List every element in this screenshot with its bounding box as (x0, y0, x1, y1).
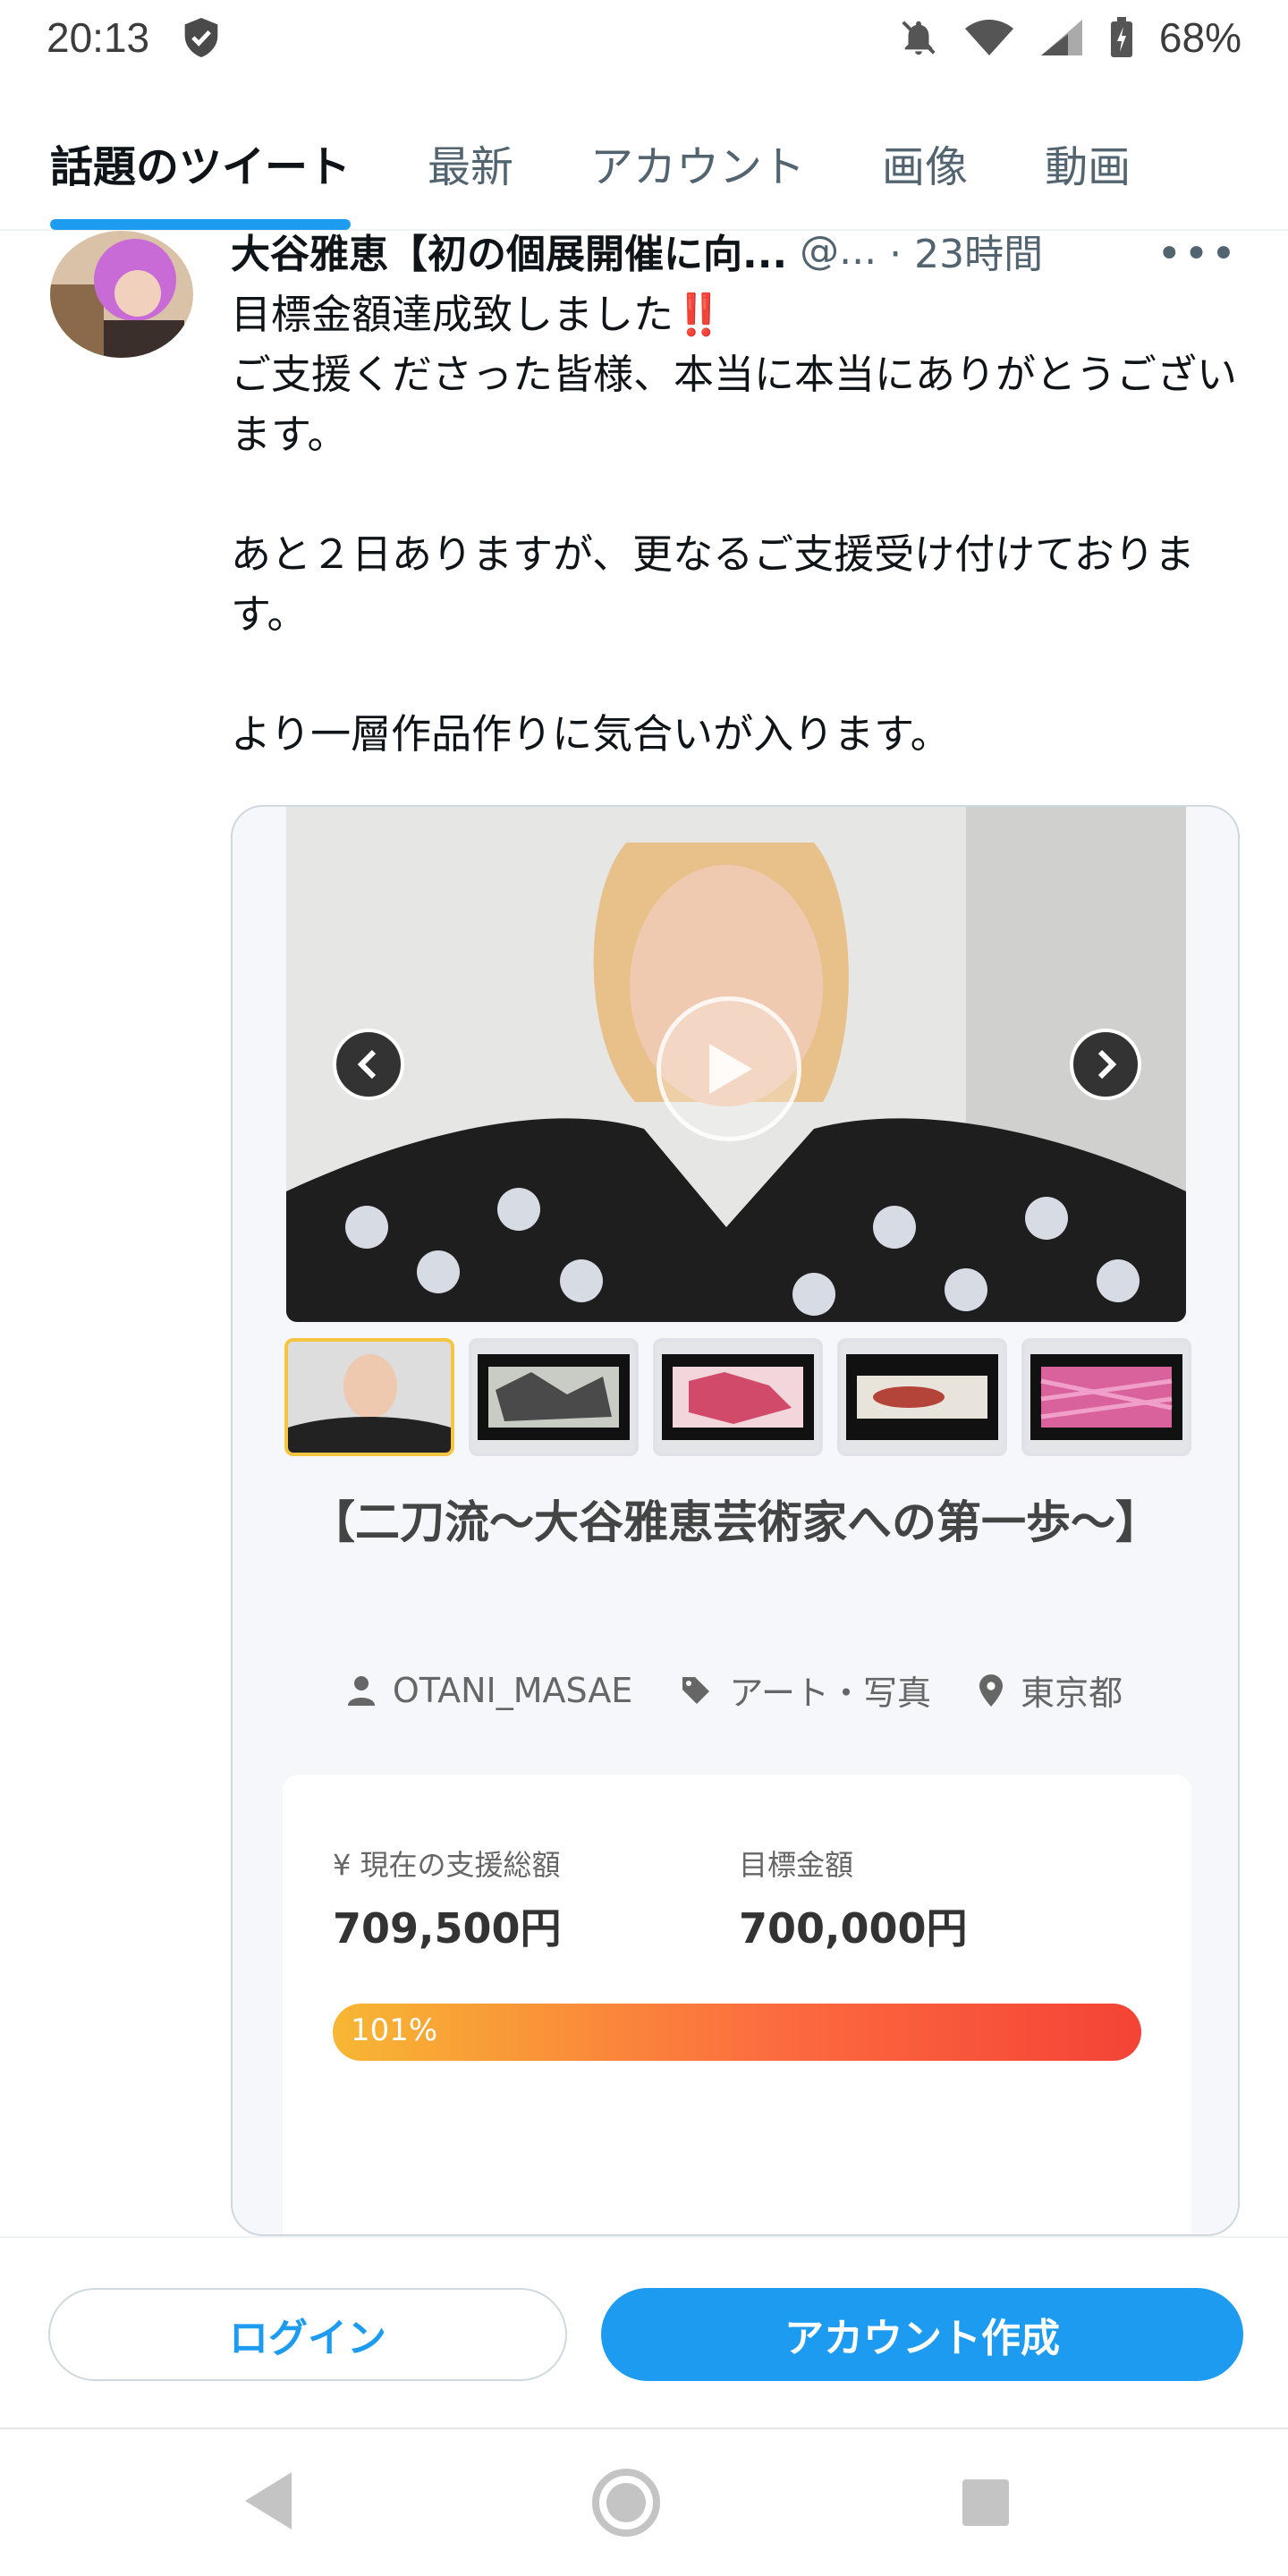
author-name[interactable]: 大谷雅恵【初の個展開催に向... (231, 225, 787, 275)
shield-icon (184, 18, 218, 57)
status-bar: 20:13 68% (0, 0, 1288, 75)
avatar-image (50, 231, 193, 358)
author-handle[interactable]: @... (800, 228, 877, 274)
funding-progress-fill (333, 2004, 1141, 2061)
home-icon[interactable] (590, 2467, 662, 2538)
meta-location-label: 東京都 (1021, 1674, 1123, 1713)
status-icons: 68% (898, 13, 1241, 62)
login-button[interactable]: ログイン (48, 2288, 567, 2381)
target-amount-value: 700,000円 (739, 1904, 968, 1953)
tab-latest[interactable]: 最新 (428, 96, 513, 230)
tweet-time[interactable]: · 23時間 (889, 225, 1043, 275)
bottom-action-bar: ログイン アカウント作成 (0, 2236, 1288, 2429)
tweet-text-line1: 目標金額達成致しました (231, 291, 674, 338)
tab-images[interactable]: 画像 (882, 96, 968, 230)
battery-icon (1110, 17, 1132, 57)
tab-top-tweets[interactable]: 話題のツイート (50, 96, 352, 230)
create-account-button[interactable]: アカウント作成 (601, 2288, 1243, 2381)
signal-icon (1040, 20, 1082, 55)
target-amount-label: 目標金額 (739, 1848, 854, 1882)
current-total-label: ¥ 現在の支援総額 (333, 1848, 561, 1882)
thumbnail-3[interactable] (653, 1338, 823, 1456)
meta-location: 東京都 (979, 1665, 1123, 1715)
meta-user-label: OTANI_MASAE (392, 1670, 633, 1710)
play-icon[interactable] (657, 996, 801, 1141)
user-icon (347, 1675, 375, 1706)
thumbnail-strip (284, 1338, 1191, 1456)
video-player[interactable] (286, 807, 1186, 1322)
funding-stats: ¥ 現在の支援総額 709,500円 目標金額 700,000円 101% (283, 1775, 1191, 2234)
search-tabs: 話題のツイート 最新 アカウント 画像 動画 (0, 97, 1288, 231)
more-options-icon[interactable]: ••• (1157, 229, 1238, 279)
meta-category: アート・写真 (681, 1665, 931, 1715)
location-pin-icon (979, 1674, 1004, 1707)
funding-progress-text: 101% (351, 2012, 438, 2048)
chevron-left-icon[interactable] (333, 1029, 404, 1100)
thumbnail-1[interactable] (284, 1338, 454, 1456)
meta-category-label: アート・写真 (729, 1674, 932, 1713)
wifi-icon (964, 20, 1013, 55)
recents-icon[interactable] (962, 2479, 1009, 2526)
project-title[interactable]: 【二刀流〜大谷雅恵芸術家への第一歩〜】 (268, 1487, 1202, 1558)
tag-icon (682, 1676, 710, 1704)
notifications-off-icon (902, 21, 936, 55)
meta-user: OTANI_MASAE (347, 1665, 633, 1715)
tab-videos[interactable]: 動画 (1045, 96, 1131, 230)
system-nav-bar (0, 2429, 1288, 2576)
tab-accounts[interactable]: アカウント (590, 96, 805, 230)
avatar[interactable] (50, 231, 193, 358)
status-time: 20:13 (47, 14, 150, 61)
back-icon[interactable] (242, 2469, 295, 2533)
link-card[interactable]: 【二刀流〜大谷雅恵芸術家への第一歩〜】 OTANI_MASAE アート・写真 東… (231, 805, 1240, 2236)
funding-progress-bar: 101% (333, 2004, 1141, 2061)
thumbnail-4[interactable] (837, 1338, 1007, 1456)
current-total-value: 709,500円 (333, 1904, 562, 1953)
chevron-right-icon[interactable] (1070, 1029, 1141, 1100)
battery-percent: 68% (1158, 14, 1241, 61)
thumbnail-5[interactable] (1021, 1338, 1191, 1456)
thumbnail-2[interactable] (469, 1338, 639, 1456)
project-meta: OTANI_MASAE アート・写真 東京都 (233, 1665, 1238, 1715)
tweet-header: 大谷雅恵【初の個展開催に向... @... · 23時間 (231, 225, 1241, 276)
double-exclamation-icon: ‼️ (674, 291, 724, 338)
